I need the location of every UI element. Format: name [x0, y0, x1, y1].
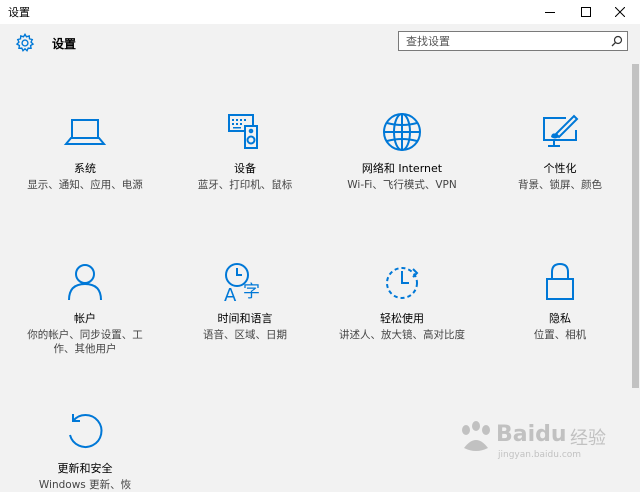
search-icon[interactable]	[611, 35, 623, 47]
tile-devices[interactable]: 设备 蓝牙、打印机、鼠标	[175, 110, 315, 192]
tile-label: 设备	[234, 162, 256, 175]
search-input[interactable]	[399, 32, 611, 50]
tile-description: 背景、锁屏、颜色	[518, 179, 602, 191]
account-icon	[68, 264, 102, 301]
tile-label: 个性化	[543, 162, 577, 175]
minimize-icon	[545, 12, 555, 13]
tile-label: 隐私	[549, 312, 571, 325]
baidu-watermark: Baidu 经验 jingyan.baidu.com	[452, 410, 632, 470]
tile-description: 语音、区域、日期	[203, 329, 287, 341]
personalization-icon	[543, 114, 579, 147]
page-title: 设置	[52, 37, 77, 51]
close-button[interactable]	[600, 0, 640, 24]
tile-description: Windows 更新、恢	[38, 479, 132, 491]
tile-description: 蓝牙、打印机、鼠标	[197, 179, 293, 191]
search-box[interactable]	[398, 31, 628, 51]
tile-description: 位置、相机	[533, 329, 587, 341]
close-icon	[615, 7, 625, 17]
tile-label: 帐户	[74, 312, 96, 325]
tile-accounts[interactable]: 帐户 你的帐户、同步设置、工作、其他用户	[15, 260, 155, 356]
globe-icon	[383, 113, 421, 151]
tile-label: 更新和安全	[57, 462, 113, 475]
title-bar: 设置	[0, 0, 640, 24]
tile-personalization[interactable]: 个性化 背景、锁屏、颜色	[490, 110, 630, 192]
paw-icon	[462, 421, 490, 451]
window-title: 设置	[8, 6, 30, 19]
svg-text:字: 字	[243, 282, 260, 302]
lock-icon	[546, 262, 574, 300]
tile-label: 系统	[74, 162, 96, 175]
tile-description: 显示、通知、应用、电源	[27, 179, 143, 191]
update-icon	[69, 414, 103, 448]
tile-description: 讲述人、放大镜、高对比度	[339, 329, 465, 341]
watermark-label: 经验	[570, 428, 606, 449]
time-language-icon: A 字	[224, 263, 260, 303]
tile-description: Wi-Fi、飞行模式、VPN	[347, 179, 457, 191]
tile-ease-of-access[interactable]: 轻松使用 讲述人、放大镜、高对比度	[332, 260, 472, 342]
tile-description: 你的帐户、同步设置、工作、其他用户	[27, 329, 143, 355]
tile-label: 轻松使用	[380, 312, 424, 325]
laptop-icon	[63, 119, 107, 145]
devices-icon	[228, 114, 258, 149]
svg-text:A: A	[224, 285, 237, 303]
maximize-icon	[581, 7, 591, 17]
scrollbar[interactable]	[630, 64, 640, 480]
scrollbar-thumb[interactable]	[632, 64, 639, 388]
tile-privacy[interactable]: 隐私 位置、相机	[490, 260, 630, 342]
settings-header: 设置	[0, 24, 640, 64]
ease-of-access-icon	[386, 267, 419, 299]
tile-system[interactable]: 系统 显示、通知、应用、电源	[15, 110, 155, 192]
watermark-brand: Baidu	[496, 422, 567, 447]
tile-time-language[interactable]: A 字 时间和语言 语音、区域、日期	[175, 260, 315, 342]
gear-icon	[15, 32, 35, 52]
watermark-url: jingyan.baidu.com	[498, 450, 582, 460]
minimize-button[interactable]	[530, 0, 570, 24]
tile-network[interactable]: 网络和 Internet Wi-Fi、飞行模式、VPN	[332, 110, 472, 192]
tile-label: 时间和语言	[217, 312, 273, 325]
tile-label: 网络和 Internet	[361, 162, 443, 175]
